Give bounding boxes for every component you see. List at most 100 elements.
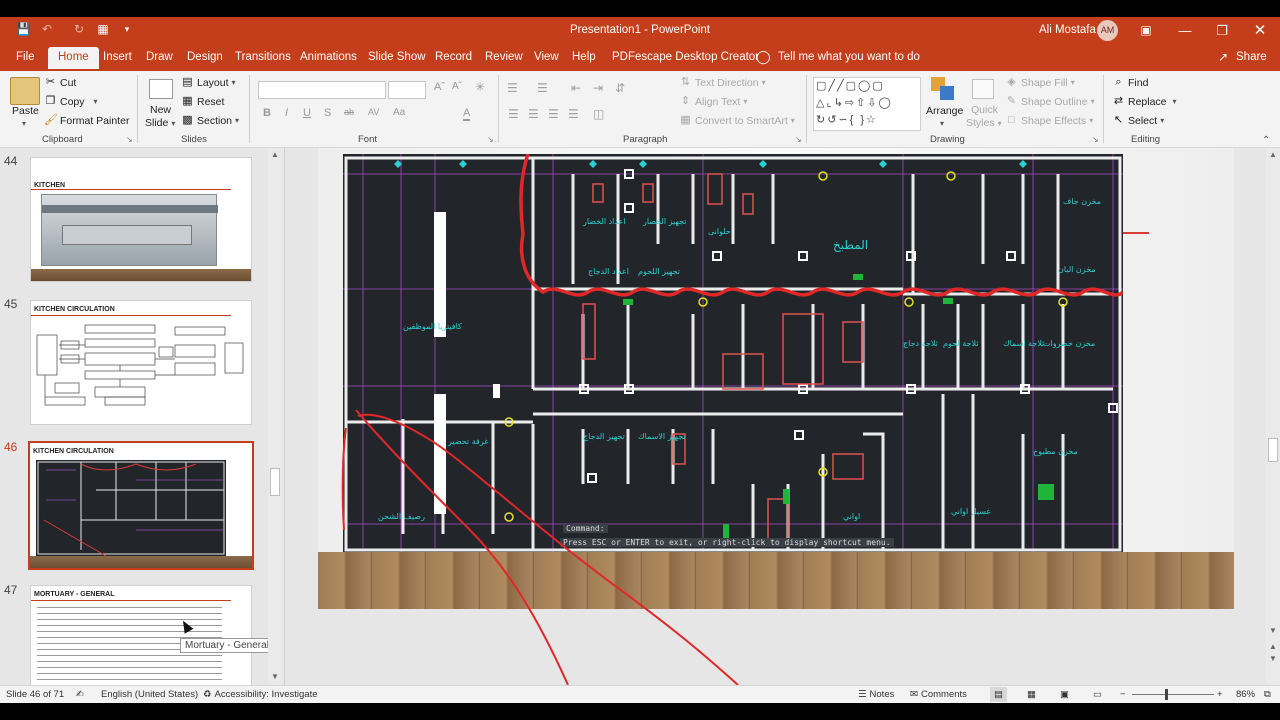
tell-me-search[interactable]: Tell me what you want to do xyxy=(778,51,920,63)
tab-review[interactable]: Review xyxy=(485,51,523,63)
text-direction-chevron-icon[interactable]: ▾ xyxy=(762,78,766,87)
shape-outline-button[interactable]: Shape Outline xyxy=(1021,96,1088,108)
section-chevron-icon[interactable]: ▾ xyxy=(235,116,239,125)
tab-help[interactable]: Help xyxy=(572,51,596,63)
copy-button[interactable]: Copy xyxy=(60,96,85,108)
bold-button[interactable]: B xyxy=(263,107,271,119)
new-slide-chevron-icon[interactable]: ▾ xyxy=(171,119,175,128)
new-slide-button-line2[interactable]: Slide xyxy=(145,117,168,129)
replace-chevron-icon[interactable]: ▾ xyxy=(1173,97,1177,106)
text-direction-button[interactable]: Text Direction xyxy=(695,77,759,89)
spelling-icon[interactable]: ✍ xyxy=(76,689,84,700)
slide-sorter-icon[interactable]: ▦ xyxy=(1027,689,1036,700)
smartart-chevron-icon[interactable]: ▾ xyxy=(791,116,795,125)
shadow-button[interactable]: S xyxy=(324,107,331,119)
layout-chevron-icon[interactable]: ▾ xyxy=(232,78,236,87)
increase-indent-icon[interactable]: ⇥ xyxy=(593,81,603,95)
fit-to-window-icon[interactable]: ⧉ xyxy=(1264,689,1271,700)
clipboard-launcher-icon[interactable]: ↘ xyxy=(126,135,133,144)
tab-home[interactable]: Home xyxy=(48,47,99,69)
align-left-icon[interactable]: ☰ xyxy=(508,107,519,121)
tab-pdfescape[interactable]: PDFescape Desktop Creator xyxy=(612,51,759,63)
quick-styles-button-line2[interactable]: Styles xyxy=(966,117,995,129)
font-color-button[interactable]: A xyxy=(463,107,471,121)
zoom-level[interactable]: 86% xyxy=(1236,689,1255,700)
share-button[interactable]: Share xyxy=(1236,51,1267,63)
change-case-button[interactable]: Aa xyxy=(393,107,405,118)
align-center-icon[interactable]: ☰ xyxy=(528,107,539,121)
format-painter-button[interactable]: Format Painter xyxy=(60,115,129,127)
find-button[interactable]: Find xyxy=(1128,77,1148,89)
quick-styles-icon[interactable] xyxy=(972,79,994,99)
shape-fill-chevron-icon[interactable]: ▾ xyxy=(1071,78,1075,87)
line-spacing-icon[interactable]: ⇵ xyxy=(615,81,625,95)
quick-styles-button-line1[interactable]: Quick xyxy=(971,104,998,116)
previous-slide-icon[interactable]: ▲ xyxy=(1269,642,1277,651)
strikethrough-button[interactable]: ab xyxy=(344,107,354,117)
align-text-chevron-icon[interactable]: ▾ xyxy=(743,97,747,106)
redo-icon[interactable]: ↻ xyxy=(72,22,86,36)
tab-insert[interactable]: Insert xyxy=(103,51,132,63)
user-name[interactable]: Ali Mostafa xyxy=(1039,24,1096,36)
slide-scrollbar[interactable]: ▲ ▼ ▲ ▼ xyxy=(1266,148,1280,685)
start-from-beginning-icon[interactable]: ▦ xyxy=(96,22,110,36)
slide-thumbnail-44[interactable]: KITCHEN xyxy=(30,157,252,282)
normal-view-icon[interactable]: ▤ xyxy=(990,687,1007,702)
zoom-slider[interactable] xyxy=(1132,694,1214,695)
zoom-in-icon[interactable]: + xyxy=(1217,689,1223,700)
font-size-combobox[interactable] xyxy=(388,81,426,99)
paste-button[interactable]: Paste xyxy=(12,105,39,117)
notes-button[interactable]: Notes xyxy=(870,689,895,700)
slide-thumbnail-45[interactable]: KITCHEN CIRCULATION xyxy=(30,300,252,425)
underline-button[interactable]: U xyxy=(303,107,311,119)
scroll-thumb[interactable] xyxy=(270,468,280,496)
scroll-down-icon[interactable]: ▼ xyxy=(1269,626,1277,635)
layout-button[interactable]: Layout xyxy=(197,77,229,89)
tab-transitions[interactable]: Transitions xyxy=(235,51,291,63)
scroll-thumb[interactable] xyxy=(1268,438,1278,462)
arrange-icon[interactable] xyxy=(931,77,957,103)
accessibility-status[interactable]: Accessibility: Investigate xyxy=(215,689,318,700)
tab-file[interactable]: File xyxy=(16,51,35,63)
quick-styles-chevron-icon[interactable]: ▾ xyxy=(998,119,1002,128)
slide-thumbnail-46[interactable]: KITCHEN CIRCULATION xyxy=(28,441,254,570)
close-icon[interactable]: ✕ xyxy=(1238,17,1280,44)
tab-design[interactable]: Design xyxy=(187,51,223,63)
scroll-up-icon[interactable]: ▲ xyxy=(271,150,279,159)
arrange-button[interactable]: Arrange xyxy=(926,105,963,117)
tab-draw[interactable]: Draw xyxy=(146,51,173,63)
avatar[interactable]: AM xyxy=(1097,20,1118,41)
font-launcher-icon[interactable]: ↘ xyxy=(487,135,494,144)
character-spacing-button[interactable]: AV xyxy=(368,107,379,117)
numbering-icon[interactable]: ☰ xyxy=(537,81,548,95)
tab-view[interactable]: View xyxy=(534,51,559,63)
cut-button[interactable]: Cut xyxy=(60,77,76,89)
select-button[interactable]: Select xyxy=(1128,115,1157,127)
customize-qat-icon[interactable]: ▾ xyxy=(120,22,134,36)
align-text-button[interactable]: Align Text xyxy=(695,96,740,108)
copy-chevron-icon[interactable]: ▾ xyxy=(94,97,98,106)
thumbnails-scrollbar[interactable]: ▲ ▼ xyxy=(268,148,282,685)
decrease-indent-icon[interactable]: ⇤ xyxy=(571,81,581,95)
undo-icon[interactable]: ↶ xyxy=(40,22,54,36)
shape-effects-button[interactable]: Shape Effects xyxy=(1021,115,1086,127)
drawing-launcher-icon[interactable]: ↘ xyxy=(1092,135,1099,144)
new-slide-button-line1[interactable]: New xyxy=(150,104,171,116)
shape-outline-chevron-icon[interactable]: ▾ xyxy=(1091,97,1095,106)
slide-thumbnail-47[interactable]: MORTUARY - GENERAL xyxy=(30,585,252,685)
scroll-up-icon[interactable]: ▲ xyxy=(1269,150,1277,159)
italic-button[interactable]: I xyxy=(285,107,288,119)
shape-effects-chevron-icon[interactable]: ▾ xyxy=(1089,116,1093,125)
new-slide-icon[interactable] xyxy=(149,79,173,99)
reading-view-icon[interactable]: ▣ xyxy=(1060,689,1069,700)
ribbon-display-options-icon[interactable]: ▣ xyxy=(1124,17,1168,44)
tab-record[interactable]: Record xyxy=(435,51,472,63)
shape-fill-button[interactable]: Shape Fill xyxy=(1021,77,1068,89)
paste-icon[interactable] xyxy=(10,77,40,105)
bullets-icon[interactable]: ☰ xyxy=(507,81,518,95)
shapes-gallery[interactable]: ▢╱╱▢◯▢ △⌞↳⇨⇧⇩◯ ↻↺∽{ }☆ xyxy=(813,77,921,131)
paragraph-launcher-icon[interactable]: ↘ xyxy=(795,135,802,144)
decrease-font-icon[interactable]: Aˇ xyxy=(452,81,462,92)
comments-button[interactable]: Comments xyxy=(921,689,967,700)
arrange-chevron-icon[interactable]: ▾ xyxy=(940,119,944,128)
